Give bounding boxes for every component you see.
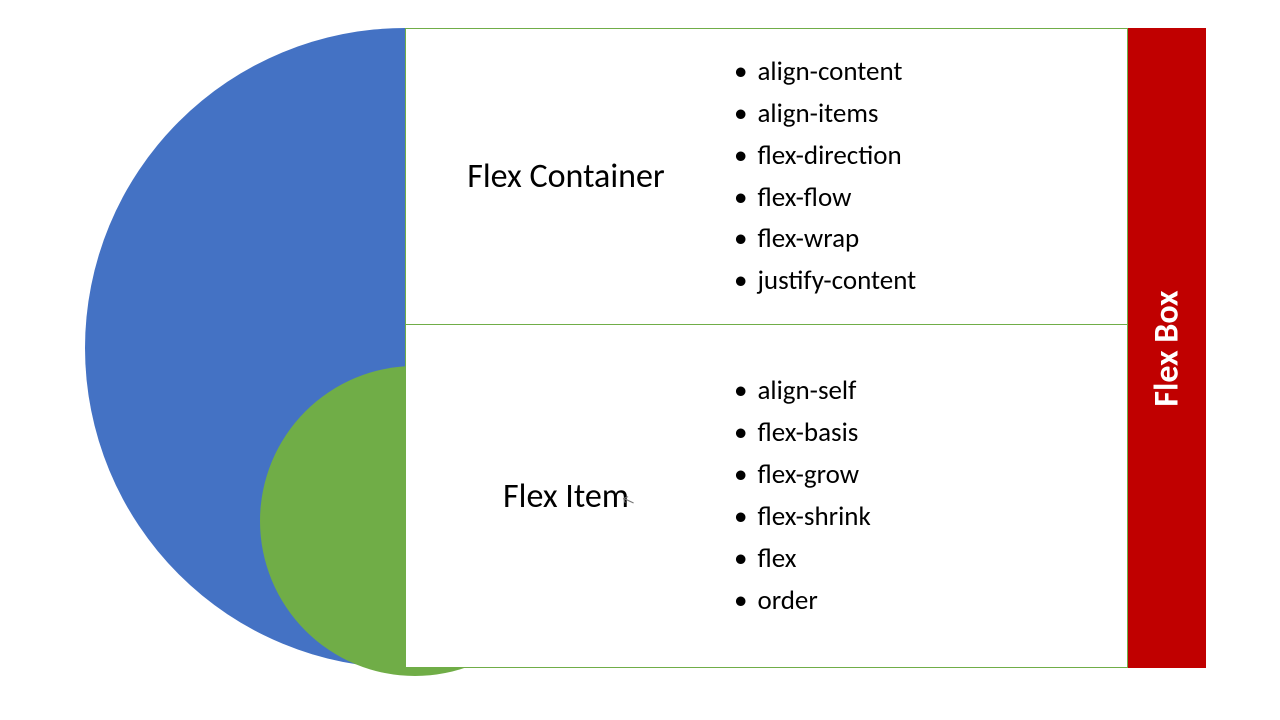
list-item: flex-direction [734, 135, 1127, 177]
list-item: justify-content [734, 260, 1127, 302]
list-item: align-items [734, 93, 1127, 135]
diagram-stage: Flex Container align-content align-items… [0, 0, 1280, 720]
list-item: flex-grow [734, 454, 1127, 496]
flex-container-props: align-content align-items flex-direction… [726, 51, 1127, 302]
flex-container-title: Flex Container [406, 156, 726, 197]
list-item: align-content [734, 51, 1127, 93]
list-item: flex-basis [734, 412, 1127, 454]
flexbox-label: Flex Box [1147, 290, 1188, 406]
flex-item-title: Flex Item [406, 476, 726, 517]
flexbox-sidebar: Flex Box [1128, 28, 1206, 668]
list-item: align-self [734, 370, 1127, 412]
list-item: order [734, 580, 1127, 622]
list-item: flex-wrap [734, 218, 1127, 260]
list-item: flex-flow [734, 177, 1127, 219]
flex-container-cell: Flex Container align-content align-items… [405, 28, 1128, 324]
list-item: flex [734, 538, 1127, 580]
list-item: flex-shrink [734, 496, 1127, 538]
flex-item-cell: Flex Item align-self flex-basis flex-gro… [405, 324, 1128, 668]
flex-item-props: align-self flex-basis flex-grow flex-shr… [726, 370, 1127, 621]
